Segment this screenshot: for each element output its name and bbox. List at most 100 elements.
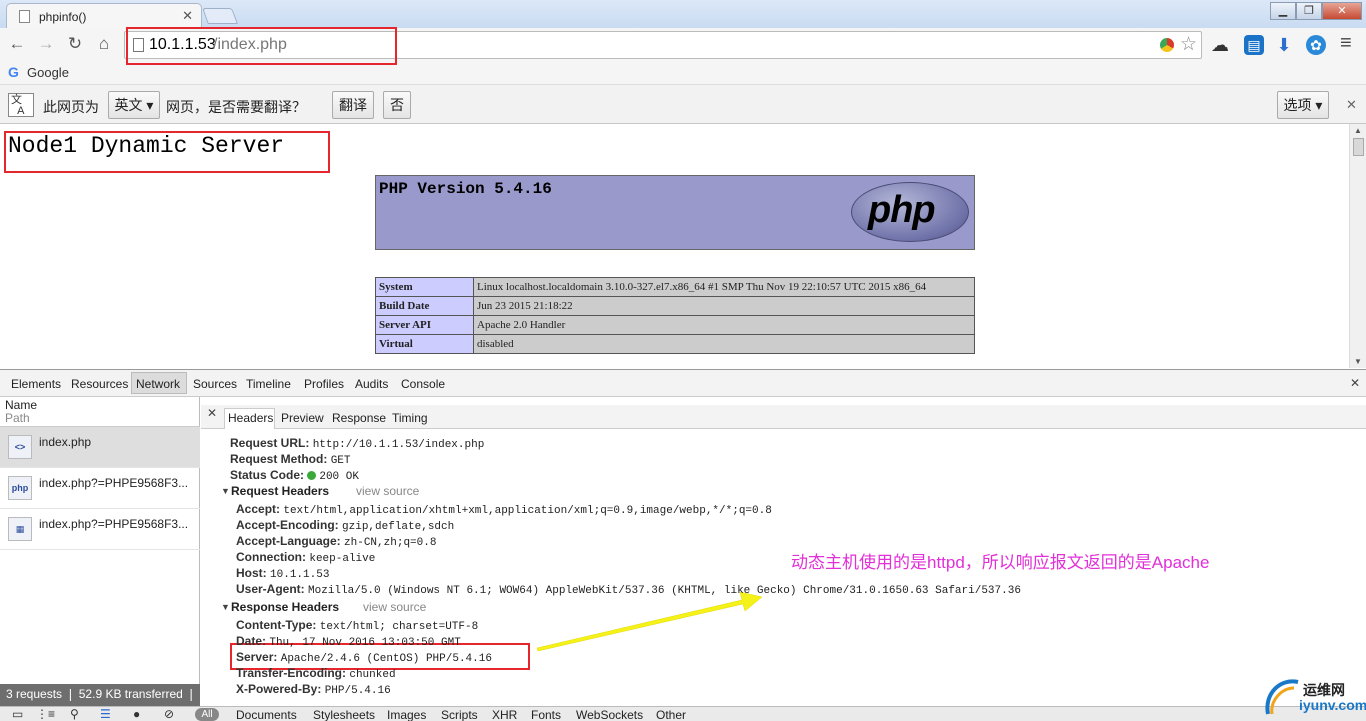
scroll-up-icon[interactable]: ▲ <box>1354 126 1362 135</box>
extension-book-icon[interactable]: ▤ <box>1244 35 1264 55</box>
browser-tab[interactable]: phpinfo() ✕ <box>6 3 202 29</box>
list-view-icon[interactable]: ☰ <box>100 707 111 721</box>
tab-timing[interactable]: Timing <box>392 411 428 425</box>
expand-triangle-icon[interactable]: ▼ <box>221 486 230 496</box>
record-icon[interactable]: ● <box>133 707 140 721</box>
annotation-text: 动态主机使用的是httpd，所以响应报文返回的是Apache <box>791 553 1210 572</box>
devtools-tab-profiles[interactable]: Profiles <box>304 377 344 391</box>
close-translate-icon[interactable]: ✕ <box>1346 97 1357 113</box>
minimize-button[interactable]: ▁ <box>1270 2 1296 20</box>
no-button[interactable]: 否 <box>383 91 411 119</box>
search-icon[interactable]: ⚲ <box>70 707 79 721</box>
expand-triangle-icon[interactable]: ▼ <box>221 602 230 612</box>
window-close-button[interactable]: ✕ <box>1322 2 1362 20</box>
new-tab-button[interactable] <box>202 8 238 24</box>
request-row[interactable]: <> index.php <box>0 427 200 468</box>
translate-prefix: 此网页为 <box>43 99 99 115</box>
column-path: Path <box>5 411 30 425</box>
clear-icon[interactable]: ⊘ <box>164 707 174 721</box>
bookmark-google[interactable]: Google <box>27 65 69 80</box>
page-scrollbar[interactable]: ▲ ▼ <box>1349 124 1366 368</box>
console-drawer-icon[interactable]: ⋮≡ <box>36 707 55 721</box>
info-row: System Linux localhost.localdomain 3.10.0… <box>375 277 975 297</box>
extension-cloud-icon[interactable]: ☁ <box>1210 35 1230 55</box>
extension-gear-icon[interactable]: ✿ <box>1306 35 1326 55</box>
dropdown-arrow-icon: ▾ <box>146 97 154 113</box>
back-arrow-icon[interactable]: ← <box>6 34 28 54</box>
scroll-thumb[interactable] <box>1353 138 1364 156</box>
header-line: Transfer-Encoding: chunked <box>236 666 396 681</box>
header-value: gzip,deflate,sdch <box>342 521 455 533</box>
network-summary: 3 requests ❘ 52.9 KB transferred ❘ 27 <box>0 684 200 706</box>
info-row: Server API Apache 2.0 Handler <box>375 315 975 335</box>
devtools-tab-sources[interactable]: Sources <box>193 377 237 391</box>
translate-icon: 文 A <box>8 93 34 117</box>
devtools-close-icon[interactable]: ✕ <box>1350 376 1360 390</box>
filter-xhr[interactable]: XHR <box>492 708 517 721</box>
filter-all[interactable]: All <box>195 708 219 721</box>
header-value: Mozilla/5.0 (Windows NT 6.1; WOW64) Appl… <box>308 585 1021 597</box>
maximize-button[interactable]: ❐ <box>1296 2 1322 20</box>
view-source-link[interactable]: view source <box>363 600 426 614</box>
header-value: GET <box>330 455 351 467</box>
translate-question: 网页，是否需要翻译？ <box>166 99 306 115</box>
header-line: Host: 10.1.1.53 <box>236 566 329 581</box>
reload-icon[interactable]: ↻ <box>64 34 86 54</box>
home-icon[interactable]: ⌂ <box>93 34 115 54</box>
php-version: PHP Version 5.4.16 <box>379 180 552 198</box>
close-detail-icon[interactable]: ✕ <box>207 406 217 420</box>
header-key: Server: <box>236 650 278 664</box>
column-name[interactable]: Name <box>5 398 37 412</box>
request-name: index.php?=PHPE9568F3... <box>39 476 189 490</box>
scroll-down-icon[interactable]: ▼ <box>1354 357 1362 366</box>
devtools-tab-elements[interactable]: Elements <box>11 377 61 391</box>
filter-other[interactable]: Other <box>656 708 686 721</box>
watermark-line2: iyunv.com <box>1299 697 1366 713</box>
info-key: Server API <box>375 315 474 335</box>
header-value: text/html; charset=UTF-8 <box>319 621 479 633</box>
devtools-tab-console[interactable]: Console <box>401 377 445 391</box>
filter-scripts[interactable]: Scripts <box>441 708 478 721</box>
devtools-tab-audits[interactable]: Audits <box>355 377 388 391</box>
filter-documents[interactable]: Documents <box>236 708 297 721</box>
tab-title: phpinfo() <box>39 10 87 24</box>
request-row[interactable]: ▦ index.php?=PHPE9568F3... <box>0 509 200 550</box>
image-file-icon: ▦ <box>8 517 32 541</box>
request-row[interactable]: php index.php?=PHPE9568F3... <box>0 468 200 509</box>
menu-icon[interactable]: ≡ <box>1340 32 1352 55</box>
devtools-tab-resources[interactable]: Resources <box>71 377 128 391</box>
header-value: Apache/2.4.6 (CentOS) PHP/5.4.16 <box>280 653 492 665</box>
options-label: 选项 <box>1283 97 1312 113</box>
extension-download-icon[interactable]: ⬇ <box>1274 35 1294 55</box>
header-key: Accept-Encoding: <box>236 518 339 532</box>
dropdown-arrow-icon: ▾ <box>1315 97 1323 113</box>
devtools-tab-timeline[interactable]: Timeline <box>246 377 291 391</box>
info-key: System <box>375 277 474 297</box>
filter-images[interactable]: Images <box>387 708 426 721</box>
header-key: Accept-Language: <box>236 534 341 548</box>
tab-preview[interactable]: Preview <box>281 411 324 425</box>
section-req_section[interactable]: Request Headers <box>231 484 329 498</box>
header-line: Content-Type: text/html; charset=UTF-8 <box>236 618 478 633</box>
tab-response[interactable]: Response <box>332 411 386 425</box>
close-tab-icon[interactable]: ✕ <box>182 8 193 24</box>
header-line: Request URL: http://10.1.1.53/index.php <box>230 436 484 451</box>
dock-icon[interactable]: ▭ <box>12 707 23 721</box>
forward-arrow-icon[interactable]: → <box>35 34 57 54</box>
filter-websockets[interactable]: WebSockets <box>576 708 643 721</box>
devtools-tab-network[interactable]: Network <box>136 377 180 391</box>
options-dropdown[interactable]: 选项 ▾ <box>1277 91 1329 119</box>
info-table: System Linux localhost.localdomain 3.10.0… <box>375 277 975 354</box>
filter-fonts[interactable]: Fonts <box>531 708 561 721</box>
chrome-icon[interactable] <box>1159 37 1175 53</box>
translate-button[interactable]: 翻译 <box>332 91 374 119</box>
tab-headers[interactable]: Headers <box>228 411 273 425</box>
header-value: zh-CN,zh;q=0.8 <box>344 537 437 549</box>
language-dropdown[interactable]: 英文 ▾ <box>108 91 160 119</box>
section-resp_section[interactable]: Response Headers <box>231 600 339 614</box>
filter-stylesheets[interactable]: Stylesheets <box>313 708 375 721</box>
view-source-link[interactable]: view source <box>356 484 419 498</box>
info-table-clip: System Linux localhost.localdomain 3.10.0… <box>375 277 975 368</box>
header-value: Thu, 17 Nov 2016 13:03:50 GMT <box>269 637 461 649</box>
bookmark-star-icon[interactable]: ☆ <box>1180 33 1197 56</box>
